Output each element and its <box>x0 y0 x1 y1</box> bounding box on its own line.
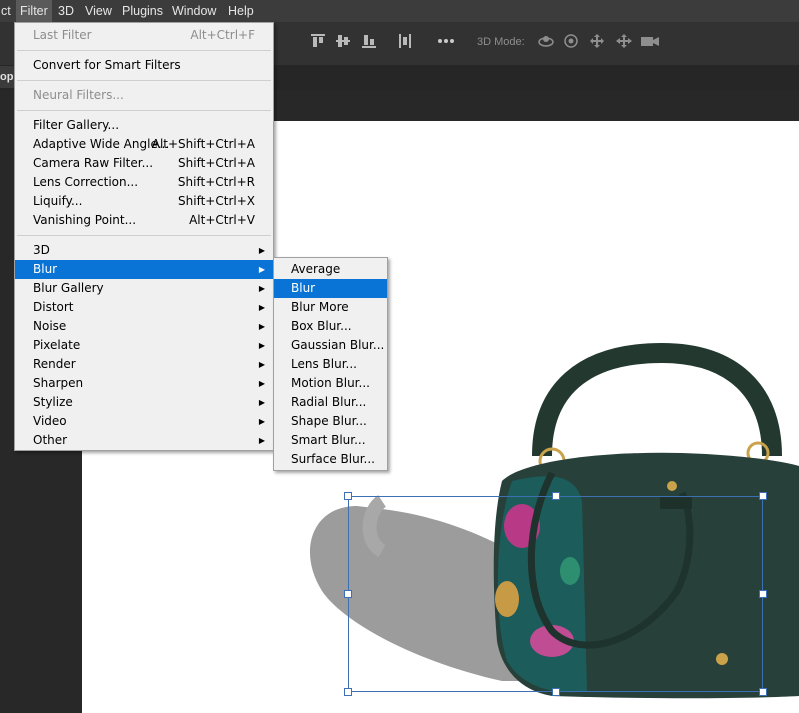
menu-separator <box>17 80 271 81</box>
distribute-icon[interactable] <box>397 33 413 55</box>
menu-item-filter-gallery[interactable]: Filter Gallery... <box>15 116 273 135</box>
menu-item-3d[interactable]: 3D ▶ <box>15 241 273 260</box>
submenu-item-radial-blur[interactable]: Radial Blur... <box>274 393 387 412</box>
menu-item-adaptive-wide-angle[interactable]: Adaptive Wide Angle... Alt+Shift+Ctrl+A <box>15 135 273 154</box>
transform-handle-right[interactable] <box>759 590 767 598</box>
submenu-item-box-blur[interactable]: Box Blur... <box>274 317 387 336</box>
submenu-item-smart-blur[interactable]: Smart Blur... <box>274 431 387 450</box>
submenu-arrow-icon: ▶ <box>258 341 265 350</box>
submenu-arrow-icon: ▶ <box>258 417 265 426</box>
submenu-arrow-icon: ▶ <box>258 436 265 445</box>
menu-item-neural-filters: Neural Filters... <box>33 88 124 102</box>
menu-help[interactable]: Help <box>224 0 258 22</box>
transform-bounding-box[interactable] <box>348 496 763 692</box>
menu-view[interactable]: View <box>81 0 116 22</box>
submenu-arrow-icon: ▶ <box>258 398 265 407</box>
transform-handle-bottom[interactable] <box>552 688 560 696</box>
menu-item-convert-smart-filters[interactable]: Convert for Smart Filters <box>15 56 273 75</box>
menu-item-render[interactable]: Render ▶ <box>15 355 273 374</box>
3d-slide-icon[interactable] <box>615 33 633 55</box>
3d-roll-icon[interactable] <box>563 33 579 55</box>
blur-submenu: Average Blur Blur More Box Blur... Gauss… <box>273 257 388 471</box>
menu-item-stylize[interactable]: Stylize ▶ <box>15 393 273 412</box>
menu-plugins[interactable]: Plugins <box>118 0 167 22</box>
menu-item-blur-gallery[interactable]: Blur Gallery ▶ <box>15 279 273 298</box>
align-vcenter-icon[interactable] <box>335 33 351 55</box>
menu-filter[interactable]: Filter <box>16 0 52 22</box>
submenu-item-average[interactable]: Average <box>274 260 387 279</box>
transform-handle-bottom-right[interactable] <box>759 688 767 696</box>
menu-item-blur[interactable]: Blur ▶ <box>15 260 273 279</box>
menu-item-last-filter: Last Filter Alt+Ctrl+F <box>33 28 255 42</box>
menu-item-distort[interactable]: Distort ▶ <box>15 298 273 317</box>
transform-handle-bottom-left[interactable] <box>344 688 352 696</box>
filter-menu: Last Filter Alt+Ctrl+F Convert for Smart… <box>14 22 274 451</box>
3d-mode-label: 3D Mode: <box>477 36 525 48</box>
submenu-item-blur[interactable]: Blur <box>274 279 387 298</box>
submenu-arrow-icon: ▶ <box>258 246 265 255</box>
menu-item-other[interactable]: Other ▶ <box>15 431 273 450</box>
submenu-item-gaussian-blur[interactable]: Gaussian Blur... <box>274 336 387 355</box>
3d-orbit-icon[interactable] <box>537 33 555 55</box>
submenu-item-lens-blur[interactable]: Lens Blur... <box>274 355 387 374</box>
menu-bar: ct Filter 3D View Plugins Window Help <box>0 0 799 22</box>
submenu-item-motion-blur[interactable]: Motion Blur... <box>274 374 387 393</box>
submenu-arrow-icon: ▶ <box>258 360 265 369</box>
submenu-item-blur-more[interactable]: Blur More <box>274 298 387 317</box>
menu-item-camera-raw[interactable]: Camera Raw Filter... Shift+Ctrl+A <box>15 154 273 173</box>
menu-item-lens-correction[interactable]: Lens Correction... Shift+Ctrl+R <box>15 173 273 192</box>
submenu-arrow-icon: ▶ <box>258 303 265 312</box>
menu-separator <box>17 235 271 236</box>
menu-item-liquify[interactable]: Liquify... Shift+Ctrl+X <box>15 192 273 211</box>
submenu-arrow-icon: ▶ <box>258 284 265 293</box>
menu-separator <box>17 110 271 111</box>
menu-item-sharpen[interactable]: Sharpen ▶ <box>15 374 273 393</box>
submenu-item-surface-blur[interactable]: Surface Blur... <box>274 450 387 469</box>
menu-select[interactable]: ct <box>0 0 15 22</box>
menu-item-video[interactable]: Video ▶ <box>15 412 273 431</box>
transform-handle-top-left[interactable] <box>344 492 352 500</box>
submenu-arrow-icon: ▶ <box>258 322 265 331</box>
menu-3d[interactable]: 3D <box>54 0 78 22</box>
3d-drag-icon[interactable] <box>589 33 605 55</box>
submenu-arrow-icon: ▶ <box>258 379 265 388</box>
3d-camera-icon[interactable] <box>640 33 660 55</box>
align-bottom-icon[interactable] <box>361 33 377 55</box>
menu-item-noise[interactable]: Noise ▶ <box>15 317 273 336</box>
transform-handle-top[interactable] <box>552 492 560 500</box>
submenu-item-shape-blur[interactable]: Shape Blur... <box>274 412 387 431</box>
menu-item-vanishing-point[interactable]: Vanishing Point... Alt+Ctrl+V <box>15 211 273 230</box>
align-top-icon[interactable] <box>310 33 326 55</box>
menu-item-pixelate[interactable]: Pixelate ▶ <box>15 336 273 355</box>
transform-handle-left[interactable] <box>344 590 352 598</box>
menu-separator <box>17 50 271 51</box>
submenu-arrow-icon: ▶ <box>258 265 265 274</box>
transform-handle-top-right[interactable] <box>759 492 767 500</box>
menu-window[interactable]: Window <box>168 0 220 22</box>
more-options-icon[interactable] <box>437 33 455 55</box>
